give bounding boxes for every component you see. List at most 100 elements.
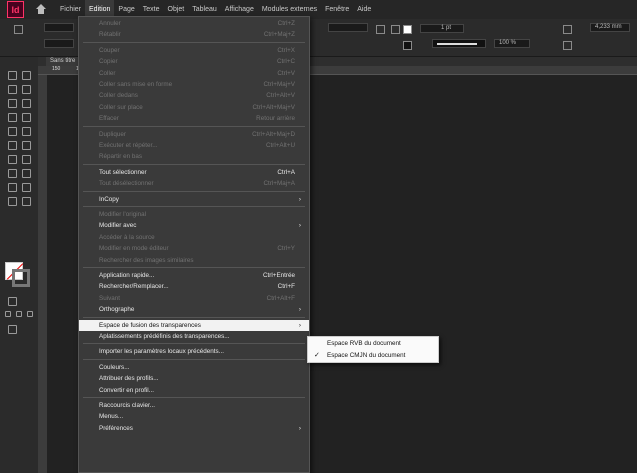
submenu-item-cmyk[interactable]: ✓ Espace CMJN du document: [308, 350, 438, 362]
edit-menu-item: Suivant Ctrl+Alt+F: [79, 293, 309, 304]
menubar-item-fen-tre[interactable]: Fenêtre: [321, 0, 353, 19]
rectangle-tool-icon[interactable]: [22, 141, 31, 150]
edit-menu-item[interactable]: InCopy ›: [79, 194, 309, 205]
menu-item-label: Coller dedans: [99, 92, 138, 100]
document-tab[interactable]: Sans titre: [46, 57, 80, 66]
edit-menu-item: Copier Ctrl+C: [79, 56, 309, 67]
edit-menu-item[interactable]: Couleurs...: [79, 362, 309, 373]
opacity-field[interactable]: 100 %: [494, 39, 530, 48]
zoom-tool-icon[interactable]: [22, 197, 31, 206]
line-tool-icon[interactable]: [22, 113, 31, 122]
gradient-feather-tool-icon[interactable]: [22, 169, 31, 178]
scale-field[interactable]: [328, 23, 368, 32]
rectangle-frame-tool-icon[interactable]: [8, 141, 17, 150]
width-field[interactable]: 4,233 mm: [590, 23, 630, 32]
selection-tool-icon[interactable]: [8, 71, 17, 80]
reference-point-icon[interactable]: [14, 25, 23, 34]
submenu-arrow-icon: ›: [298, 306, 301, 314]
submenu-arrow-icon: ›: [298, 424, 301, 432]
stroke-swatch-icon[interactable]: [403, 41, 412, 50]
edit-menu-item: Coller dedans Ctrl+Alt+V: [79, 90, 309, 101]
edit-menu-item[interactable]: Convertir en profil...: [79, 385, 309, 396]
stroke-swatch[interactable]: [12, 269, 30, 287]
menu-separator: [83, 206, 305, 207]
menu-item-shortcut: Ctrl+Maj+Z: [263, 31, 295, 39]
edit-menu-item: Effacer Retour arrière: [79, 113, 309, 124]
edit-menu-item: Couper Ctrl+X: [79, 45, 309, 56]
type-tool-icon[interactable]: [8, 113, 17, 122]
menu-item-label: Couleurs...: [99, 363, 130, 371]
menu-item-label: Modifier l'original: [99, 211, 147, 218]
pen-tool-icon[interactable]: [8, 127, 17, 136]
menu-separator: [83, 125, 305, 127]
direct-selection-tool-icon[interactable]: [22, 71, 31, 80]
edit-menu-item[interactable]: Application rapide... Ctrl+Entrée: [79, 270, 309, 281]
edit-menu-item[interactable]: Aplatissements prédéfinis des transparen…: [79, 331, 309, 342]
menu-separator: [83, 190, 305, 192]
edit-menu-item[interactable]: Orthographe ›: [79, 304, 309, 315]
edit-menu-item: Rétablir Ctrl+Maj+Z: [79, 29, 309, 40]
gap-tool-icon[interactable]: [22, 85, 31, 94]
edit-menu-item[interactable]: Raccourcis clavier...: [79, 400, 309, 411]
ruler-tick: 150: [52, 66, 61, 72]
stroke-type-select[interactable]: [432, 39, 486, 48]
menu-item-shortcut: Ctrl+Alt+Maj+V: [252, 103, 295, 111]
apply-color-icon[interactable]: [5, 311, 11, 317]
edit-menu-item: Modifier l'original: [79, 209, 309, 220]
menu-item-label: Effacer: [99, 115, 119, 123]
submenu-item-rgb[interactable]: Espace RVB du document: [308, 338, 438, 350]
menubar-item-aide[interactable]: Aide: [353, 0, 375, 19]
edit-menu-item[interactable]: Préférences ›: [79, 423, 309, 434]
edit-menu-item[interactable]: Modifier avec ›: [79, 220, 309, 231]
edit-menu-item[interactable]: Tout sélectionner Ctrl+A: [79, 167, 309, 178]
submenu-arrow-icon: ›: [298, 222, 301, 230]
note-tool-icon[interactable]: [8, 183, 17, 192]
gradient-tool-icon[interactable]: [8, 169, 17, 178]
shear-icon[interactable]: [391, 25, 400, 34]
menu-item-label: Espace de fusion des transparences: [99, 321, 201, 329]
transform-tool-icon[interactable]: [22, 155, 31, 164]
x-field[interactable]: [44, 23, 74, 32]
apply-gradient-icon[interactable]: [16, 311, 22, 317]
edit-menu-item[interactable]: Importer les paramètres locaux précédent…: [79, 346, 309, 357]
menu-item-label: Annuler: [99, 20, 121, 27]
apply-none-icon[interactable]: [27, 311, 33, 317]
menu-item-shortcut: Ctrl+Z: [277, 20, 295, 27]
edit-menu-item: Exécuter et répéter... Ctrl+Alt+U: [79, 140, 309, 151]
align-icon[interactable]: [563, 41, 572, 50]
app-logo: Id: [7, 1, 24, 18]
formatting-container-icon[interactable]: [8, 297, 17, 306]
menu-item-shortcut: Ctrl+Entrée: [262, 272, 295, 279]
eyedropper-tool-icon[interactable]: [22, 183, 31, 192]
edit-menu-item[interactable]: Menus...: [79, 411, 309, 422]
rotate-icon[interactable]: [376, 25, 385, 34]
pencil-tool-icon[interactable]: [22, 127, 31, 136]
menu-item-label: Préférences: [99, 424, 133, 432]
submenu-arrow-icon: ›: [298, 321, 301, 329]
menu-item-label: Aplatissements prédéfinis des transparen…: [99, 333, 230, 340]
menu-item-label: Copier: [99, 58, 118, 66]
stroke-weight-field[interactable]: 1 pt: [420, 24, 464, 33]
y-field[interactable]: [44, 39, 74, 48]
placer-icon[interactable]: [22, 99, 31, 108]
edit-menu-item[interactable]: Rechercher/Remplacer... Ctrl+F: [79, 281, 309, 292]
screen-mode-icon[interactable]: [8, 325, 17, 334]
edit-menu-item: Répartir en bas: [79, 151, 309, 162]
page-tool-icon[interactable]: [8, 85, 17, 94]
hand-tool-icon[interactable]: [8, 197, 17, 206]
edit-menu-item[interactable]: Attribuer des profils...: [79, 373, 309, 384]
menu-item-label: Modifier avec: [99, 222, 137, 230]
menu-item-label: Orthographe: [99, 306, 135, 314]
wrap-icon[interactable]: [563, 25, 572, 34]
menu-item-label: Couper: [99, 46, 120, 54]
edit-menu-item[interactable]: Espace de fusion des transparences ›: [79, 319, 309, 331]
fill-swatch-icon[interactable]: [403, 25, 412, 34]
menu-item-label: Raccourcis clavier...: [99, 402, 155, 409]
home-icon[interactable]: [34, 3, 48, 17]
menu-item-label: Tout désélectionner: [99, 180, 154, 188]
edit-menu-item: Tout désélectionner Ctrl+Maj+A: [79, 178, 309, 189]
menu-item-label: Accéder à la source: [99, 233, 155, 241]
scissors-tool-icon[interactable]: [8, 155, 17, 164]
menu-item-label: Répartir en bas: [99, 153, 143, 161]
content-collector-icon[interactable]: [8, 99, 17, 108]
